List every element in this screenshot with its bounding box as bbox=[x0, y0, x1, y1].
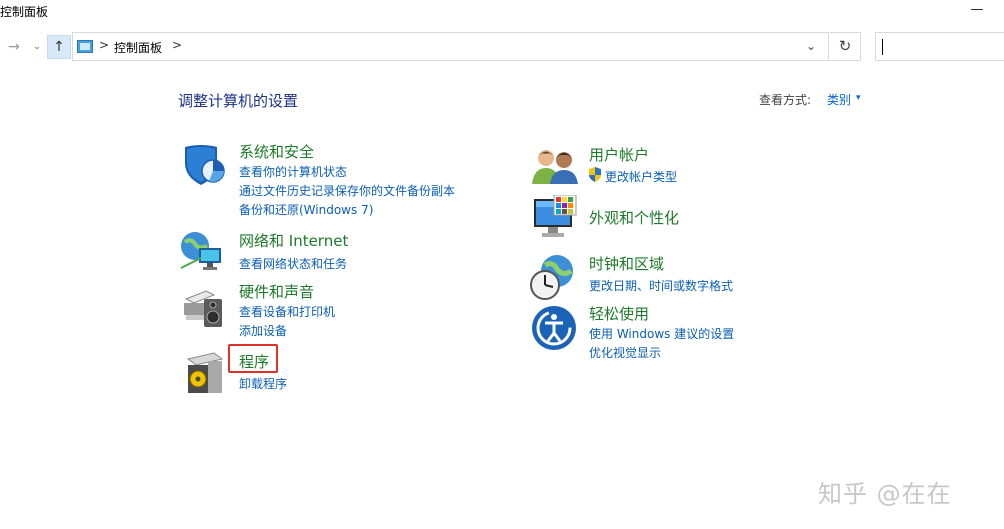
shield-icon[interactable] bbox=[181, 141, 227, 187]
category-ease-of-access[interactable]: 轻松使用 bbox=[589, 303, 649, 324]
recent-locations-dropdown[interactable]: ⌄ bbox=[30, 36, 44, 58]
link-add-device[interactable]: 添加设备 bbox=[239, 322, 287, 339]
address-dropdown-icon[interactable]: ⌄ bbox=[806, 39, 816, 53]
link-view-computer-status[interactable]: 查看你的计算机状态 bbox=[239, 163, 347, 180]
address-path[interactable]: > 控制面板 > ⌄ bbox=[72, 32, 829, 61]
printer-speaker-icon[interactable] bbox=[180, 281, 226, 327]
link-devices-printers[interactable]: 查看设备和打印机 bbox=[239, 303, 335, 320]
view-by-label: 查看方式: bbox=[759, 93, 812, 107]
category-clock-region[interactable]: 时钟和区域 bbox=[589, 253, 664, 274]
up-arrow-icon: ↑ bbox=[53, 39, 65, 55]
refresh-icon: ↻ bbox=[838, 37, 852, 55]
link-optimize-visual-display[interactable]: 优化视觉显示 bbox=[589, 344, 661, 361]
uac-shield-icon bbox=[588, 167, 602, 182]
programs-box-icon[interactable] bbox=[184, 349, 230, 395]
breadcrumb-control-panel[interactable]: 控制面板 bbox=[114, 39, 162, 56]
category-appearance[interactable]: 外观和个性化 bbox=[589, 207, 679, 228]
category-network-internet[interactable]: 网络和 Internet bbox=[239, 230, 348, 251]
chevron-down-icon[interactable]: ▾ bbox=[856, 93, 861, 103]
link-recommended-settings[interactable]: 使用 Windows 建议的设置 bbox=[589, 325, 734, 342]
address-bar: → ⌄ ↑ > 控制面板 > ⌄ ↻ bbox=[0, 30, 1004, 63]
users-icon[interactable] bbox=[532, 146, 578, 192]
window-title: 控制面板 bbox=[0, 5, 49, 19]
monitor-palette-icon[interactable] bbox=[532, 194, 578, 241]
category-programs[interactable]: 程序 bbox=[239, 351, 269, 372]
category-hardware-sound[interactable]: 硬件和声音 bbox=[239, 281, 314, 302]
network-globe-icon[interactable] bbox=[179, 228, 225, 274]
view-by-dropdown[interactable]: 类别 bbox=[827, 91, 851, 108]
minimize-button[interactable]: — bbox=[966, 2, 988, 20]
link-change-date-time-format[interactable]: 更改日期、时间或数字格式 bbox=[589, 277, 733, 294]
refresh-button[interactable]: ↻ bbox=[830, 32, 861, 61]
category-user-accounts[interactable]: 用户帐户 bbox=[589, 144, 649, 165]
watermark: 知乎 @在在 bbox=[818, 480, 952, 508]
clock-globe-icon[interactable] bbox=[529, 253, 575, 300]
search-input[interactable] bbox=[875, 32, 1004, 61]
link-change-account-type[interactable]: 更改帐户类型 bbox=[605, 168, 677, 185]
forward-button[interactable]: → bbox=[4, 36, 24, 58]
title-bar: 控制面板 — bbox=[0, 0, 1004, 28]
link-backup-restore[interactable]: 备份和还原(Windows 7) bbox=[239, 201, 373, 218]
up-button[interactable]: ↑ bbox=[47, 35, 71, 59]
category-system-security[interactable]: 系统和安全 bbox=[239, 141, 314, 162]
link-file-history[interactable]: 通过文件历史记录保存你的文件备份副本 bbox=[239, 182, 455, 199]
control-panel-icon bbox=[77, 40, 93, 53]
link-uninstall-program[interactable]: 卸载程序 bbox=[239, 375, 287, 392]
text-caret bbox=[882, 39, 883, 55]
page-title: 调整计算机的设置 bbox=[178, 92, 299, 110]
ease-of-access-icon[interactable] bbox=[531, 305, 577, 351]
breadcrumb-separator[interactable]: > bbox=[172, 38, 182, 52]
breadcrumb-separator[interactable]: > bbox=[99, 38, 109, 52]
link-network-status[interactable]: 查看网络状态和任务 bbox=[239, 255, 347, 272]
